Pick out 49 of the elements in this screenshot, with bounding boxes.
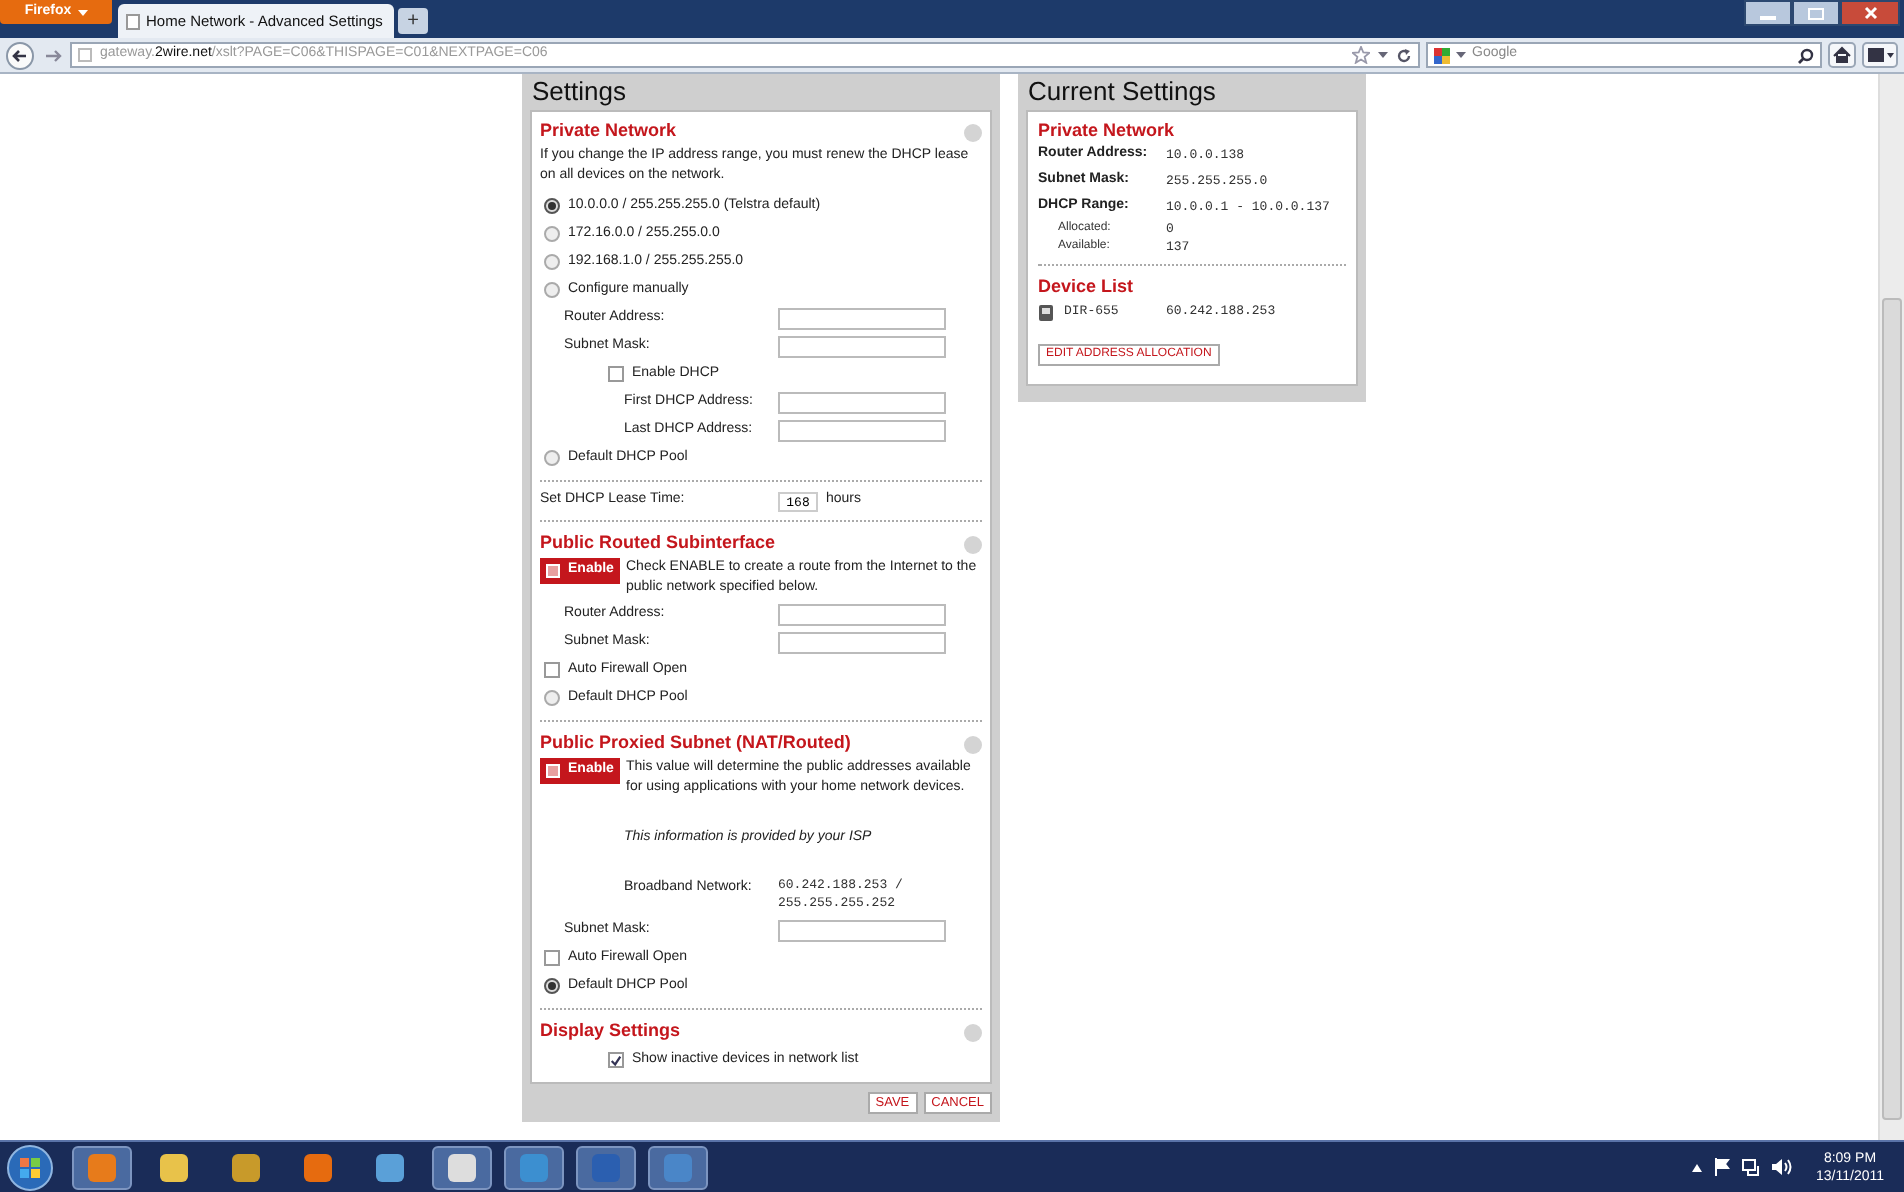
radio-button[interactable] <box>544 450 560 466</box>
forward-icon[interactable] <box>44 45 64 65</box>
search-icon[interactable] <box>1798 47 1814 63</box>
home-icon[interactable] <box>1828 42 1856 68</box>
minimize-icon[interactable] <box>1744 0 1792 26</box>
caret-icon <box>77 9 88 15</box>
new-tab-button[interactable]: + <box>398 8 428 34</box>
radio-button[interactable] <box>544 690 560 706</box>
checkbox[interactable] <box>544 950 560 966</box>
show-hidden-icons-icon[interactable] <box>1692 1163 1702 1171</box>
bookmarks-icon[interactable] <box>1862 42 1898 68</box>
input-field[interactable] <box>778 919 946 941</box>
back-icon[interactable] <box>6 41 38 69</box>
input-field[interactable] <box>778 307 946 329</box>
flag-icon[interactable] <box>1714 1158 1730 1176</box>
close-icon[interactable] <box>1840 0 1900 26</box>
page-icon <box>126 13 140 29</box>
radio-button[interactable] <box>544 198 560 214</box>
section-title: Display Settings <box>540 1018 681 1045</box>
network-icon[interactable] <box>1742 1158 1760 1176</box>
device-icon <box>1038 303 1054 321</box>
volume-icon[interactable] <box>1772 1158 1792 1176</box>
section-title: Private Network <box>540 118 677 145</box>
site-icon <box>78 48 92 62</box>
radio-button[interactable] <box>544 978 560 994</box>
caret-icon[interactable] <box>1378 52 1388 58</box>
input-field[interactable] <box>778 603 946 625</box>
checkbox[interactable] <box>608 366 624 382</box>
input-field[interactable] <box>778 391 946 413</box>
radio-button[interactable] <box>544 226 560 242</box>
section-title: Public Routed Subinterface <box>540 530 776 557</box>
section-title: Device List <box>1038 274 1136 300</box>
input-field[interactable] <box>778 631 946 653</box>
input-field[interactable] <box>778 335 946 357</box>
panel-title: Settings <box>530 74 628 110</box>
radio-button[interactable] <box>544 254 560 270</box>
start-button-icon[interactable] <box>4 1143 56 1191</box>
input-field[interactable] <box>778 419 946 441</box>
checkbox[interactable] <box>608 1052 624 1068</box>
caret-icon[interactable] <box>1456 52 1466 58</box>
maximize-icon[interactable] <box>1792 0 1840 26</box>
checkbox[interactable] <box>544 662 560 678</box>
panel-title: Current Settings <box>1026 74 1218 110</box>
star-icon[interactable] <box>1352 46 1370 64</box>
google-logo-icon <box>1434 47 1450 63</box>
reload-icon[interactable] <box>1396 47 1412 63</box>
section-title: Private Network <box>1038 118 1177 142</box>
radio-button[interactable] <box>544 282 560 298</box>
section-title: Public Proxied Subnet (NAT/Routed) <box>540 730 851 757</box>
